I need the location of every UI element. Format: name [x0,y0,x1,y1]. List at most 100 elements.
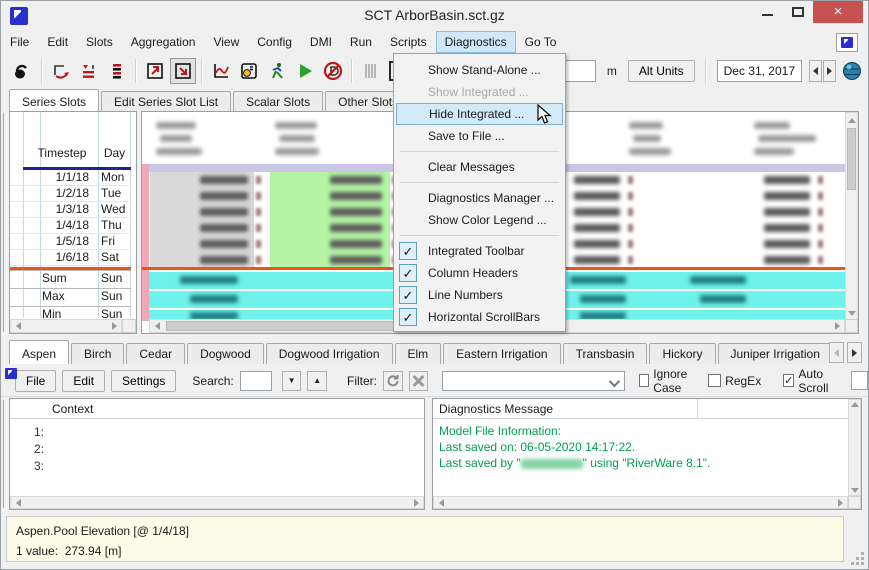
scroll-left-button[interactable] [434,497,448,508]
start-run-button[interactable] [292,58,318,84]
diag-file-button[interactable]: File [15,370,56,392]
tab-scroll-right-button[interactable] [847,342,862,363]
menu-aggregation[interactable]: Aggregation [122,31,205,53]
menu-dmi[interactable]: DMI [301,31,341,53]
table-row[interactable]: 1/5/18Fri [10,234,131,250]
timestep-column-header[interactable]: Timestep [24,146,100,160]
filter-combobox[interactable] [442,371,625,391]
tab-birch[interactable]: Birch [71,343,124,364]
tab-juniper-irrigation[interactable]: Juniper Irrigation [718,343,830,364]
timestep-cell[interactable]: 1/1/18 [40,170,94,184]
tab-edit-series-slot-list[interactable]: Edit Series Slot List [101,91,231,111]
menu-item-column-headers[interactable]: ✓Column Headers [394,262,565,284]
ignore-case-option[interactable]: Ignore Case [639,367,702,395]
summary-row[interactable]: MaxSun [10,288,131,306]
menu-item-line-numbers[interactable]: ✓Line Numbers [394,284,565,306]
regex-checkbox[interactable] [708,374,721,387]
date-prev-button[interactable] [809,60,822,82]
menu-item-show-stand-alone[interactable]: Show Stand-Alone ... [394,59,565,81]
menu-slots[interactable]: Slots [77,31,122,53]
menu-view[interactable]: View [204,31,248,53]
timestep-cell[interactable]: 1/3/18 [40,202,94,216]
message-header-label[interactable]: Diagnostics Message [439,402,553,416]
scroll-up-button[interactable] [846,113,857,127]
open-slot-button[interactable] [142,58,168,84]
scroll-down-button[interactable] [846,306,857,320]
timestep-cell[interactable]: 1/6/18 [40,250,94,264]
menu-item-clear-messages[interactable]: Clear Messages [394,156,565,178]
minimize-button[interactable] [753,1,783,23]
scroll-left-button[interactable] [11,497,25,508]
scroll-right-button[interactable] [833,497,847,508]
scroll-right-button[interactable] [409,497,423,508]
menu-edit[interactable]: Edit [38,31,77,53]
tab-dogwood-irrigation[interactable]: Dogwood Irrigation [266,343,393,364]
menu-item-integrated-toolbar[interactable]: ✓Integrated Toolbar [394,240,565,262]
tab-hickory[interactable]: Hickory [649,343,715,364]
menu-goto[interactable]: Go To [516,31,566,53]
table-row[interactable]: 1/6/18Sat [10,250,131,266]
stop-run-button[interactable] [320,58,346,84]
goto-slot-button[interactable] [170,58,196,84]
title-bar[interactable]: SCT ArborBasin.sct.gz × [1,1,868,31]
sct-dialog-button[interactable] [236,58,262,84]
tab-aspen[interactable]: Aspen [9,340,69,364]
grid-lines-button[interactable] [358,58,384,84]
close-button[interactable]: × [813,1,863,23]
tab-dogwood[interactable]: Dogwood [187,343,264,364]
search-input[interactable] [240,371,272,391]
stacked-rows-button[interactable] [104,58,130,84]
tab-scroll-left-button[interactable] [829,342,844,363]
menu-diagnostics[interactable]: Diagnostics [436,31,516,53]
table-row[interactable]: 1/1/18Mon [10,170,131,186]
swap-rows-button[interactable] [48,58,74,84]
scroll-right-button[interactable] [830,320,844,332]
filter-clear-button[interactable] [409,371,429,391]
table-row[interactable]: 1/4/18Thu [10,218,131,234]
auto-scroll-option[interactable]: ✓ Auto Scroll [783,367,840,395]
horizontal-scrollbar[interactable] [433,496,848,509]
tab-cedar[interactable]: Cedar [126,343,185,364]
table-row[interactable]: 1/3/18Wed [10,202,131,218]
horizontal-scrollbar[interactable] [10,319,122,333]
auto-scroll-checkbox[interactable]: ✓ [783,374,794,387]
resize-grip[interactable] [850,551,864,565]
date-next-button[interactable] [823,60,836,82]
vertical-scrollbar[interactable] [848,399,861,496]
menu-run[interactable]: Run [341,31,381,53]
scroll-right-button[interactable] [107,320,121,332]
tab-elm[interactable]: Elm [395,343,442,364]
globe-icon[interactable] [842,61,862,81]
tab-series-slots[interactable]: Series Slots [9,89,99,111]
lock-button[interactable] [10,58,36,84]
riverware-logo-button[interactable] [836,33,858,52]
summary-row[interactable]: SumSun [10,270,131,288]
filter-refresh-button[interactable] [383,371,403,391]
date-field[interactable]: Dec 31, 2017 [717,60,802,82]
menu-file[interactable]: File [1,31,38,53]
run-control-button[interactable] [264,58,290,84]
search-down-button[interactable]: ▼ [282,371,302,391]
timestep-cell[interactable]: 1/4/18 [40,218,94,232]
menu-scripts[interactable]: Scripts [381,31,436,53]
splitter[interactable] [3,400,7,508]
search-up-button[interactable]: ▲ [307,371,327,391]
menu-item-show-color-legend[interactable]: Show Color Legend ... [394,209,565,231]
tab-scalar-slots[interactable]: Scalar Slots [233,91,323,111]
tab-transbasin[interactable]: Transbasin [563,343,648,364]
scrollbar-thumb[interactable] [847,128,856,190]
diag-edit-button[interactable]: Edit [62,370,105,392]
menu-config[interactable]: Config [248,31,301,53]
scroll-up-button[interactable] [849,402,860,407]
alt-units-button[interactable]: Alt Units [628,60,695,82]
scroll-down-button[interactable] [849,488,860,493]
splitter[interactable] [3,113,7,332]
riverware-logo-button[interactable] [851,371,868,390]
timestep-cell[interactable]: 1/5/18 [40,234,94,248]
horizontal-scrollbar[interactable] [10,496,424,509]
vertical-scrollbar[interactable] [845,112,858,321]
plot-button[interactable] [208,58,234,84]
menu-item-diagnostics-manager[interactable]: Diagnostics Manager ... [394,187,565,209]
summary-label[interactable]: Max [42,289,65,303]
context-header-label[interactable]: Context [52,402,93,416]
